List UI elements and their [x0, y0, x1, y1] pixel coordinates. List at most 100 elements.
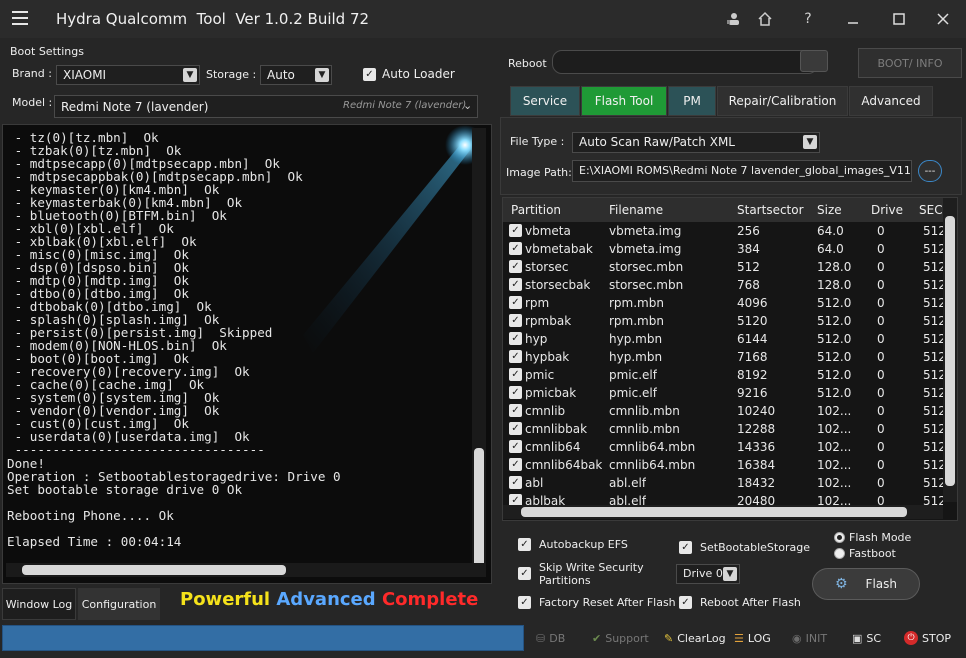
reboot-after-flash-checkbox[interactable]: ✓ Reboot After Flash: [679, 596, 801, 609]
row-checkbox[interactable]: ✓: [509, 368, 522, 381]
tab-window-log[interactable]: Window Log: [2, 588, 76, 620]
log-hscroll-thumb[interactable]: [22, 565, 286, 575]
set-bootable-storage-checkbox[interactable]: ✓ SetBootableStorage: [679, 541, 810, 554]
reboot-go-button[interactable]: [800, 50, 828, 72]
column-header[interactable]: SEC: [919, 203, 943, 217]
table-row[interactable]: ✓pmicbak pmic.elf 9216 512.0 0 512: [503, 384, 943, 402]
table-row[interactable]: ✓storsec storsec.mbn 512 128.0 0 512: [503, 258, 943, 276]
user-icon[interactable]: [720, 8, 746, 30]
tab-advanced[interactable]: Advanced: [849, 86, 933, 116]
row-checkbox[interactable]: ✓: [509, 422, 522, 435]
checkmark-icon: ✓: [518, 538, 531, 551]
support-button[interactable]: ✔ Support: [592, 630, 649, 646]
screenshot-button[interactable]: ▣ SC: [852, 630, 881, 646]
row-checkbox[interactable]: ✓: [509, 404, 522, 417]
home-icon[interactable]: [752, 8, 778, 30]
storage-select[interactable]: Auto ▼: [260, 65, 332, 85]
tab-service[interactable]: Service: [510, 86, 580, 116]
browse-button[interactable]: ---: [918, 160, 942, 182]
image-path-field[interactable]: E:\XIAOMI ROMS\Redmi Note 7 lavender_glo…: [572, 160, 912, 182]
table-row[interactable]: ✓cmnlibbak cmnlib.mbn 12288 102... 0 512: [503, 420, 943, 438]
reboot-select[interactable]: ⌄: [552, 50, 818, 74]
column-header[interactable]: Startsector: [737, 203, 804, 217]
table-cell: 512.0: [817, 332, 852, 346]
auto-loader-checkbox[interactable]: ✓ Auto Loader: [363, 67, 455, 81]
brand-select[interactable]: XIAOMI ▼: [56, 65, 200, 85]
row-checkbox[interactable]: ✓: [509, 440, 522, 453]
row-checkbox[interactable]: ✓: [509, 224, 522, 237]
row-checkbox[interactable]: ✓: [509, 350, 522, 363]
factory-reset-label: Factory Reset After Flash: [539, 596, 676, 609]
stop-button[interactable]: ⏻ STOP: [904, 630, 951, 646]
clearlog-button[interactable]: ✎ ClearLog: [664, 630, 726, 646]
file-type-select[interactable]: Auto Scan Raw/Patch XML ▼: [572, 132, 820, 153]
row-checkbox[interactable]: ✓: [509, 314, 522, 327]
log-scroll-thumb[interactable]: [474, 448, 484, 568]
table-row[interactable]: ✓vbmetabak vbmeta.img 384 64.0 0 512: [503, 240, 943, 258]
drive-select[interactable]: Drive 0 ▼: [676, 564, 740, 584]
init-button[interactable]: ◉ INIT: [792, 630, 827, 646]
table-row[interactable]: ✓cmnlib64bak cmnlib64.mbn 16384 102... 0 512: [503, 456, 943, 474]
table-row[interactable]: ✓hyp hyp.mbn 6144 512.0 0 512: [503, 330, 943, 348]
maximize-icon[interactable]: [886, 8, 912, 30]
table-hscroll-thumb[interactable]: [521, 507, 907, 517]
row-checkbox[interactable]: ✓: [509, 278, 522, 291]
tab-repair-calibration[interactable]: Repair/Calibration: [717, 86, 848, 116]
table-cell: 64.0: [817, 224, 844, 238]
flash-button[interactable]: ⚙ Flash: [812, 568, 920, 600]
row-checkbox[interactable]: ✓: [509, 332, 522, 345]
table-vertical-scrollbar[interactable]: [943, 198, 957, 502]
tab-pm[interactable]: PM: [668, 86, 716, 116]
table-row[interactable]: ✓rpm rpm.mbn 4096 512.0 0 512: [503, 294, 943, 312]
autobackup-efs-checkbox[interactable]: ✓ Autobackup EFS: [518, 538, 628, 551]
table-cell: 7168: [737, 350, 768, 364]
table-row[interactable]: ✓cmnlib cmnlib.mbn 10240 102... 0 512: [503, 402, 943, 420]
chevron-down-icon: ▼: [315, 68, 329, 82]
column-header[interactable]: Partition: [511, 203, 561, 217]
menu-icon[interactable]: [12, 11, 28, 25]
column-header[interactable]: Size: [817, 203, 842, 217]
table-cell: 0: [877, 440, 885, 454]
table-row[interactable]: ✓rpmbak rpm.mbn 5120 512.0 0 512: [503, 312, 943, 330]
column-header[interactable]: Filename: [609, 203, 663, 217]
help-icon[interactable]: ?: [795, 8, 821, 30]
table-row[interactable]: ✓cmnlib64 cmnlib64.mbn 14336 102... 0 512: [503, 438, 943, 456]
row-checkbox[interactable]: ✓: [509, 242, 522, 255]
table-cell: 0: [877, 332, 885, 346]
table-header: Partition Filename Startsector Size Driv…: [503, 198, 943, 222]
table-row[interactable]: ✓vbmeta vbmeta.img 256 64.0 0 512: [503, 222, 943, 240]
flash-mode-radio[interactable]: Flash Mode: [834, 531, 911, 544]
partition-table[interactable]: Partition Filename Startsector Size Driv…: [502, 197, 958, 521]
row-checkbox[interactable]: ✓: [509, 386, 522, 399]
column-header[interactable]: Drive: [871, 203, 903, 217]
table-scroll-thumb[interactable]: [945, 216, 955, 486]
row-checkbox[interactable]: ✓: [509, 458, 522, 471]
table-cell: 0: [877, 404, 885, 418]
log-button[interactable]: ☰ LOG: [734, 630, 771, 646]
tab-flash-tool[interactable]: Flash Tool: [581, 86, 667, 116]
boot-info-button[interactable]: BOOT/ INFO: [858, 48, 962, 78]
row-checkbox[interactable]: ✓: [509, 476, 522, 489]
log-console[interactable]: - tz(0)[tz.mbn] Ok - tzbak(0)[tz.mbn] Ok…: [2, 124, 492, 584]
row-checkbox[interactable]: ✓: [509, 296, 522, 309]
row-checkbox[interactable]: ✓: [509, 260, 522, 273]
table-cell: 102...: [817, 476, 852, 490]
table-row[interactable]: ✓storsecbak storsec.mbn 768 128.0 0 512: [503, 276, 943, 294]
table-row[interactable]: ✓hypbak hyp.mbn 7168 512.0 0 512: [503, 348, 943, 366]
skip-write-security-checkbox[interactable]: ✓ Skip Write Security Partitions: [518, 561, 649, 587]
table-row[interactable]: ✓pmic pmic.elf 8192 512.0 0 512: [503, 366, 943, 384]
factory-reset-checkbox[interactable]: ✓ Factory Reset After Flash: [518, 596, 676, 609]
minimize-icon[interactable]: [840, 8, 866, 30]
model-label: Model :: [12, 96, 53, 109]
table-horizontal-scrollbar[interactable]: [503, 505, 943, 519]
log-horizontal-scrollbar[interactable]: [6, 563, 486, 577]
table-row[interactable]: ✓abl abl.elf 18432 102... 0 512: [503, 474, 943, 492]
model-select[interactable]: Redmi Note 7 (lavender) Redmi Note 7 (la…: [54, 95, 478, 118]
close-icon[interactable]: [930, 8, 956, 30]
model-value: Redmi Note 7 (lavender): [61, 100, 209, 114]
log-vertical-scrollbar[interactable]: [472, 128, 486, 572]
table-cell: 512: [923, 278, 943, 292]
fastboot-radio[interactable]: Fastboot: [834, 547, 896, 560]
db-button[interactable]: ⛁ DB: [536, 630, 565, 646]
tab-configuration[interactable]: Configuration: [78, 588, 160, 620]
